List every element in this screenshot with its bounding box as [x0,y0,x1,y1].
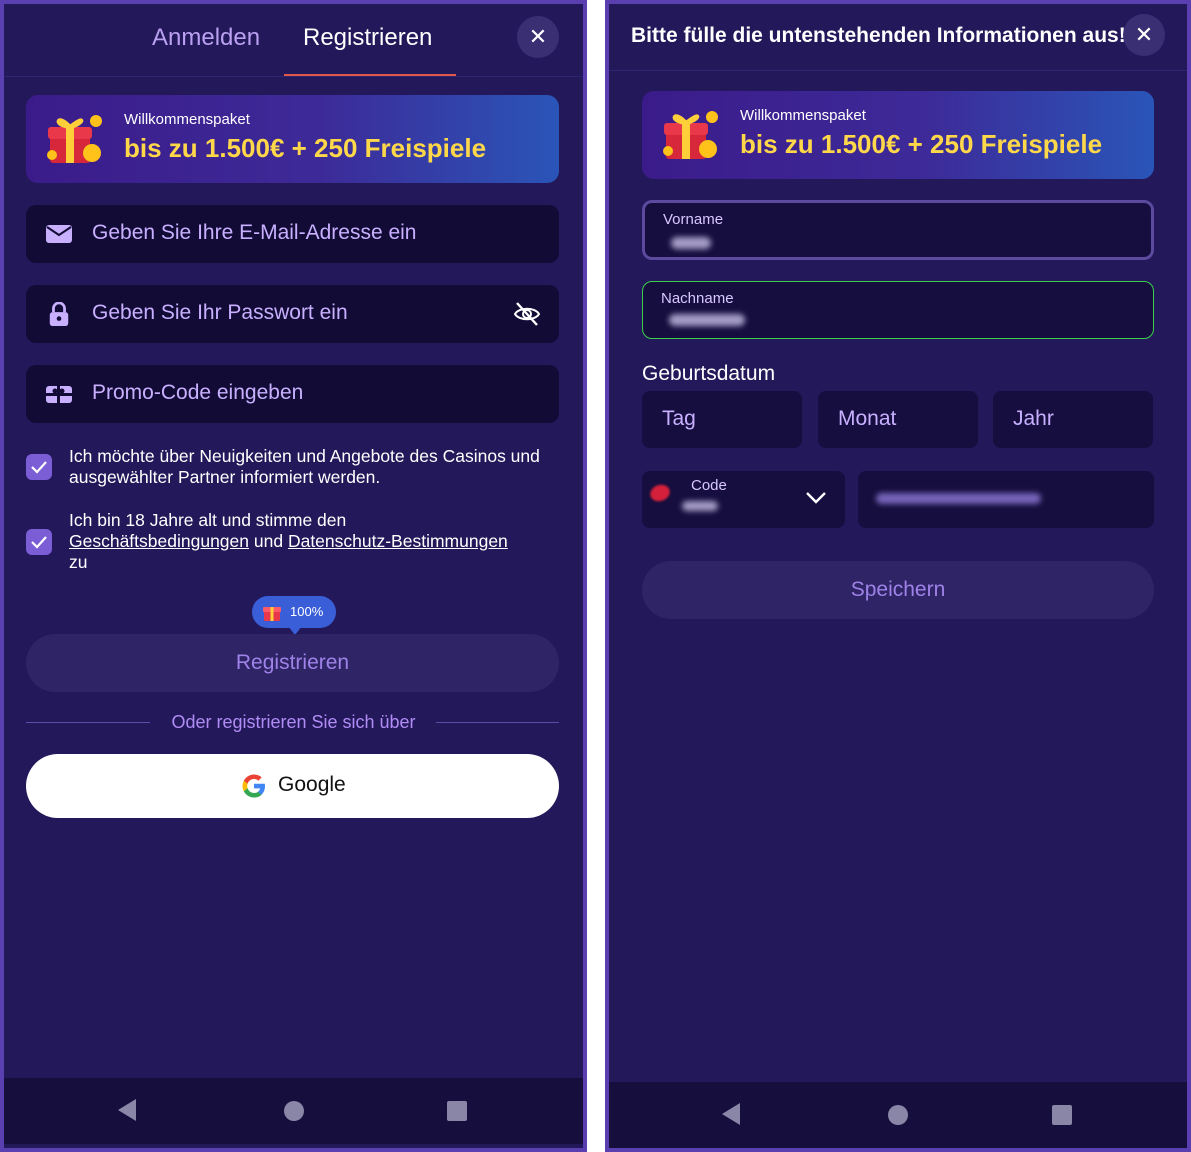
birth-day-field[interactable]: Tag [642,391,802,448]
welcome-banner[interactable]: Willkommenspaket bis zu 1.500€ + 250 Fre… [642,91,1154,179]
android-nav-bar [4,1078,583,1144]
save-button[interactable]: Speichern [642,561,1154,619]
checkmark-icon [31,461,47,474]
home-icon[interactable] [284,1101,304,1121]
tab-login[interactable]: Anmelden [152,24,260,52]
redacted-last-name [669,314,745,326]
google-label: Google [278,773,346,796]
recents-icon[interactable] [447,1101,467,1121]
bonus-badge: 100% [252,596,336,628]
chevron-down-icon [806,492,826,504]
age-terms-prefix: Ich bin 18 Jahre alt und stimme den [69,510,347,530]
register-button[interactable]: Registrieren [26,634,559,692]
email-placeholder: Geben Sie Ihre E-Mail-Adresse ein [92,221,417,244]
register-screen: Anmelden Registrieren ✕ Willkommenspaket… [0,0,587,1152]
last-name-field[interactable]: Nachname [642,281,1154,339]
gift-icon [663,111,718,159]
back-icon[interactable] [118,1099,136,1121]
redacted-phone-number [876,493,1041,504]
redacted-first-name [671,237,711,249]
country-code-select[interactable]: Code [642,471,845,528]
divider-line-right [436,722,559,723]
and-text: und [253,531,284,551]
gift-icon [47,115,102,163]
age-terms-checkbox[interactable] [26,529,52,555]
eye-off-icon[interactable] [513,300,541,328]
promo-placeholder: Promo-Code eingeben [92,381,304,404]
google-icon [242,774,265,798]
birth-month-field[interactable]: Monat [818,391,978,448]
birth-year-placeholder: Jahr [1013,407,1054,430]
bonus-badge-label: 100% [290,604,324,619]
android-nav-bar [609,1082,1187,1148]
banner-subtitle: Willkommenspaket [124,111,250,128]
terms-suffix: zu [69,552,88,572]
birth-month-placeholder: Monat [838,407,897,430]
last-name-label: Nachname [661,290,734,307]
back-icon[interactable] [722,1103,740,1125]
email-field[interactable]: Geben Sie Ihre E-Mail-Adresse ein [26,205,559,263]
home-icon[interactable] [888,1105,908,1125]
banner-headline: bis zu 1.500€ + 250 Freispiele [740,129,1103,159]
password-field[interactable]: Geben Sie Ihr Passwort ein [26,285,559,343]
close-icon: ✕ [1134,22,1154,47]
news-checkbox[interactable] [26,454,52,480]
age-terms-text: Ich bin 18 Jahre alt und stimme den Gesc… [69,510,549,573]
redacted-country-code [682,501,718,511]
country-flag-icon [647,482,673,504]
banner-headline: bis zu 1.500€ + 250 Freispiele [124,133,487,163]
mail-icon [46,225,72,243]
promo-code-field[interactable]: Promo-Code eingeben [26,365,559,423]
birth-day-placeholder: Tag [662,407,696,430]
first-name-label: Vorname [663,211,724,228]
close-button[interactable]: ✕ [517,16,559,58]
gift-icon [263,607,281,621]
close-icon: ✕ [528,24,548,49]
privacy-link[interactable]: Datenschutz-Bestimmungen [288,531,508,551]
terms-link[interactable]: Geschäftsbedingungen [69,531,249,551]
page-title: Bitte fülle die untenstehenden Informati… [631,24,1126,47]
tab-register[interactable]: Registrieren [303,24,432,52]
lock-icon [49,302,69,326]
birth-year-field[interactable]: Jahr [993,391,1153,448]
banner-subtitle: Willkommenspaket [740,107,866,124]
first-name-field[interactable]: Vorname [642,200,1154,260]
header-divider [4,76,583,77]
welcome-banner[interactable]: Willkommenspaket bis zu 1.500€ + 250 Fre… [26,95,559,183]
country-code-label: Code [691,477,727,494]
phone-number-field[interactable] [858,471,1154,528]
promo-ticket-icon [46,386,72,403]
checkmark-icon [31,536,47,549]
birthdate-label: Geburtsdatum [642,362,776,385]
profile-info-screen: Bitte fülle die untenstehenden Informati… [605,0,1191,1152]
google-signup-button[interactable]: Google [26,754,559,818]
header-divider [609,70,1187,71]
recents-icon[interactable] [1052,1105,1072,1125]
close-button[interactable]: ✕ [1123,14,1165,56]
news-consent-text: Ich möchte über Neuigkeiten und Angebote… [69,446,540,487]
password-placeholder: Geben Sie Ihr Passwort ein [92,301,348,324]
